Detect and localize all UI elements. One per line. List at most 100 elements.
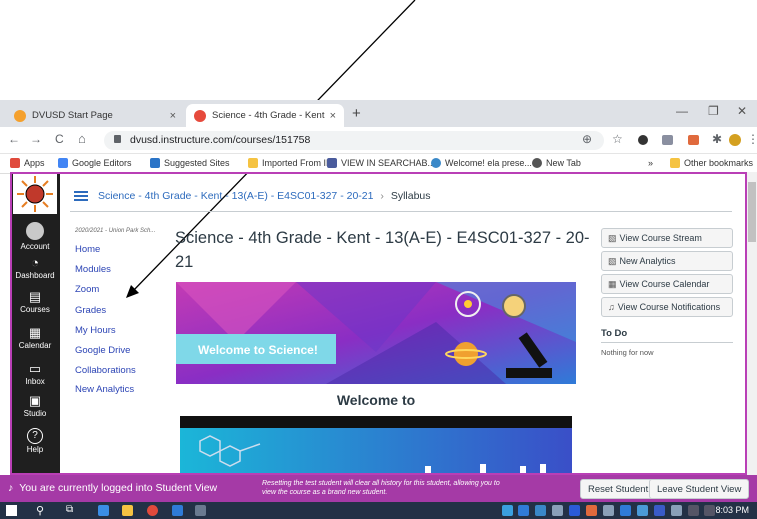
- bookmarks-bar: Apps Google Editors Suggested Sites Impo…: [0, 154, 757, 174]
- tray-icon[interactable]: [586, 505, 597, 516]
- extension-icon[interactable]: [638, 135, 648, 145]
- nav-help[interactable]: ? Help: [10, 428, 60, 454]
- course-nav-new-analytics[interactable]: New Analytics: [75, 384, 134, 395]
- view-course-stream-button[interactable]: ▧ View Course Stream: [601, 228, 733, 248]
- close-tab-icon[interactable]: ×: [170, 110, 176, 122]
- other-bookmarks[interactable]: Other bookmarks: [670, 158, 753, 168]
- forward-button[interactable]: →: [30, 132, 42, 146]
- reload-button[interactable]: C: [55, 132, 64, 146]
- star-icon[interactable]: ☆: [612, 132, 623, 146]
- extension-icon[interactable]: [662, 135, 673, 145]
- mail-icon[interactable]: [172, 505, 183, 516]
- breadcrumb-current: Syllabus: [390, 190, 431, 202]
- inbox-icon: ▭: [28, 361, 42, 376]
- course-nav-my-hours[interactable]: My Hours: [75, 325, 116, 336]
- nav-account[interactable]: Account: [10, 222, 60, 251]
- extensions-puzzle-icon[interactable]: ✱: [712, 132, 722, 146]
- view-course-notifications-button[interactable]: ♫ View Course Notifications: [601, 297, 733, 317]
- more-bookmarks-button[interactable]: »: [648, 158, 653, 168]
- analytics-icon: ▧: [608, 256, 617, 266]
- browser-tab-bar: DVUSD Start Page × Science - 4th Grade -…: [0, 100, 757, 127]
- tray-icon[interactable]: [654, 505, 665, 516]
- tab-dvusd-start[interactable]: DVUSD Start Page ×: [6, 104, 184, 127]
- breadcrumb-course-link[interactable]: Science - 4th Grade - Kent - 13(A-E) - E…: [98, 190, 373, 202]
- nav-dashboard[interactable]: ◔ Dashboard: [10, 256, 60, 281]
- course-nav-collaborations[interactable]: Collaborations: [75, 365, 136, 376]
- tray-icon[interactable]: [603, 505, 614, 516]
- tray-icon[interactable]: [637, 505, 648, 516]
- nav-calendar[interactable]: ▦ Calendar: [10, 325, 60, 351]
- chrome-icon: [532, 158, 542, 168]
- course-nav-google-drive[interactable]: Google Drive: [75, 345, 130, 356]
- course-menu-toggle[interactable]: [74, 191, 88, 201]
- course-nav-modules[interactable]: Modules: [75, 264, 111, 275]
- welcome-banner-image: Welcome to Science!: [176, 282, 576, 384]
- profile-avatar[interactable]: [729, 134, 741, 146]
- chrome-menu-icon[interactable]: ⋮: [747, 132, 757, 146]
- todo-empty-text: Nothing for now: [601, 348, 654, 357]
- close-window-button[interactable]: ✕: [737, 104, 747, 118]
- file-explorer-icon[interactable]: [122, 505, 133, 516]
- help-icon: ?: [27, 428, 43, 444]
- calendar-icon: ▦: [608, 279, 617, 289]
- windows-start-icon[interactable]: [6, 505, 17, 516]
- tray-icon[interactable]: [671, 505, 682, 516]
- bookmark-suggested-sites[interactable]: Suggested Sites: [150, 158, 230, 168]
- tab-title: DVUSD Start Page: [32, 110, 113, 121]
- tray-icon[interactable]: [535, 505, 546, 516]
- back-button[interactable]: ←: [8, 132, 20, 146]
- globe-icon: [431, 158, 441, 168]
- nav-courses[interactable]: ▤ Courses: [10, 289, 60, 315]
- close-tab-icon[interactable]: ×: [330, 110, 336, 122]
- account-icon: [26, 222, 44, 240]
- bookmark-apps[interactable]: Apps: [10, 158, 45, 168]
- tab-science-course[interactable]: Science - 4th Grade - Kent - 13(A ×: [186, 104, 344, 127]
- reset-student-button[interactable]: Reset Student: [580, 479, 657, 499]
- edge-icon[interactable]: [98, 505, 109, 516]
- apps-grid-icon: [10, 158, 20, 168]
- view-course-calendar-button[interactable]: ▦ View Course Calendar: [601, 274, 733, 294]
- science-image: [180, 416, 572, 476]
- search-icon[interactable]: ⚲: [36, 504, 44, 517]
- bookmark-new-tab[interactable]: New Tab: [532, 158, 581, 168]
- tray-icon[interactable]: [552, 505, 563, 516]
- tray-icon[interactable]: [569, 505, 580, 516]
- tray-icon[interactable]: [518, 505, 529, 516]
- bookmark-imported-from-ie[interactable]: Imported From IE: [248, 158, 332, 168]
- course-nav-grades[interactable]: Grades: [75, 305, 106, 316]
- chrome-icon[interactable]: [147, 505, 158, 516]
- new-analytics-button[interactable]: ▧ New Analytics: [601, 251, 733, 271]
- tray-icon[interactable]: [620, 505, 631, 516]
- document-icon: [327, 158, 337, 168]
- task-view-icon[interactable]: ⧉: [66, 504, 73, 515]
- address-toolbar: ← → C ⌂ dvusd.instructure.com/courses/15…: [0, 127, 757, 154]
- volume-icon[interactable]: [704, 505, 715, 516]
- bookmark-view-in-searchab[interactable]: VIEW IN SEARCHAB...: [327, 158, 435, 168]
- student-view-message: ♪ You are currently logged into Student V…: [8, 482, 218, 494]
- leave-student-view-button[interactable]: Leave Student View: [649, 479, 750, 499]
- courses-icon: ▤: [28, 289, 42, 304]
- scrollbar-thumb[interactable]: [748, 182, 756, 242]
- url-bar[interactable]: dvusd.instructure.com/courses/151758: [104, 131, 604, 150]
- bookmark-welcome-ela[interactable]: Welcome! ela prese...: [431, 158, 532, 168]
- tray-icon[interactable]: [502, 505, 513, 516]
- extension-icon[interactable]: [688, 135, 699, 145]
- course-nav-zoom[interactable]: Zoom: [75, 284, 99, 295]
- school-logo[interactable]: [13, 174, 57, 214]
- bookmark-google-editors[interactable]: Google Editors: [58, 158, 132, 168]
- course-nav-home[interactable]: Home: [75, 244, 100, 255]
- url-text: dvusd.instructure.com/courses/151758: [130, 134, 311, 146]
- page-scrollbar[interactable]: [747, 172, 757, 475]
- lock-icon: [114, 135, 121, 143]
- chrome-active-icon[interactable]: [195, 505, 206, 516]
- wifi-icon[interactable]: [688, 505, 699, 516]
- new-tab-button[interactable]: +: [352, 105, 361, 122]
- home-button[interactable]: ⌂: [78, 131, 86, 146]
- minimize-button[interactable]: —: [676, 104, 688, 118]
- nav-inbox[interactable]: ▭ Inbox: [10, 361, 60, 387]
- nav-studio[interactable]: ▣ Studio: [10, 394, 60, 419]
- restore-button[interactable]: ❐: [708, 104, 719, 118]
- bell-icon: ♫: [608, 302, 615, 312]
- calendar-icon: ▦: [28, 325, 42, 340]
- zoom-icon[interactable]: ⊕: [582, 132, 592, 146]
